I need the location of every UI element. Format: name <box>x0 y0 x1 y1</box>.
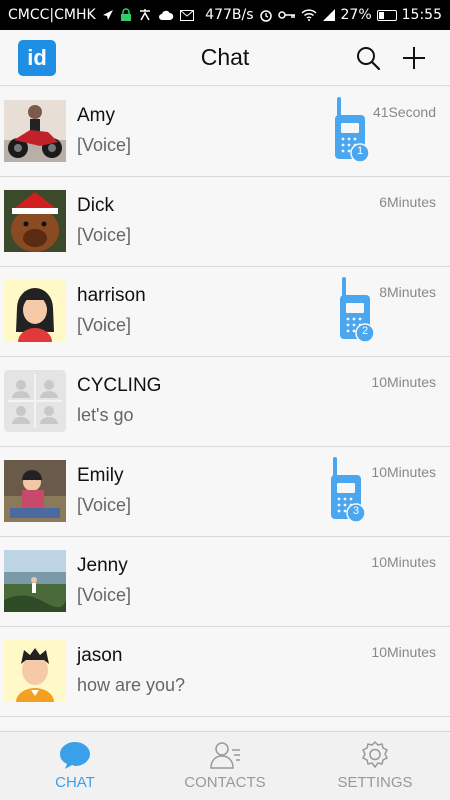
last-message: [Voice] <box>77 495 132 515</box>
message-time: 41Second <box>372 104 436 120</box>
status-bar: CMCC|CMHK 477B/s 27% 15:55 <box>0 0 450 30</box>
signal-icon <box>322 9 336 21</box>
chat-row-dick[interactable]: Dick [Voice] 6Minutes <box>0 177 450 267</box>
contact-name: Dick <box>77 195 114 216</box>
contact-name: Jenny <box>77 555 128 576</box>
last-message: [Voice] <box>77 225 132 245</box>
tab-label: CHAT <box>55 774 95 791</box>
avatar <box>4 100 66 162</box>
walkie-badge: 3 <box>353 505 360 517</box>
tab-contacts[interactable]: CONTACTS <box>150 732 300 800</box>
plus-icon <box>403 47 425 69</box>
chat-row-amy[interactable]: Amy [Voice] 41Second 1 <box>0 87 450 177</box>
contacts-icon <box>210 742 240 769</box>
avatar <box>4 460 66 522</box>
walkie-badge: 1 <box>357 145 364 157</box>
message-time: 8Minutes <box>379 284 436 300</box>
add-button[interactable] <box>398 42 430 74</box>
chat-list[interactable]: Amy [Voice] 41Second 1 Dick [Voice] 6Min… <box>0 87 450 730</box>
tab-label: CONTACTS <box>184 774 266 791</box>
avatar <box>4 280 66 342</box>
translate-icon <box>138 8 152 22</box>
message-time: 10Minutes <box>371 644 436 660</box>
cloud-icon <box>158 10 174 21</box>
search-button[interactable] <box>352 42 384 74</box>
last-message: [Voice] <box>77 315 132 335</box>
mail-icon <box>179 9 194 21</box>
location-icon <box>102 9 114 21</box>
carrier-label: CMCC|CMHK <box>8 7 96 23</box>
chat-row-jenny[interactable]: Jenny [Voice] 10Minutes <box>0 537 450 627</box>
bottom-tab-bar: CHAT CONTACTS SETTINGS <box>0 731 450 800</box>
last-message: how are you? <box>77 675 186 695</box>
walkie-talkie-icon[interactable]: 2 <box>338 277 378 343</box>
walkie-talkie-icon[interactable]: 3 <box>329 457 369 523</box>
avatar <box>4 190 66 252</box>
chat-row-harrison[interactable]: harrison [Voice] 8Minutes 2 <box>0 267 450 357</box>
avatar <box>4 640 66 702</box>
walkie-talkie-icon[interactable]: 1 <box>333 97 373 163</box>
contact-name: jason <box>77 645 123 666</box>
alarm-icon <box>259 8 273 22</box>
tab-label: SETTINGS <box>337 774 413 791</box>
avatar <box>4 550 66 612</box>
message-time: 6Minutes <box>379 194 436 210</box>
search-icon <box>357 47 381 71</box>
battery-percent: 27% <box>340 7 372 23</box>
message-time: 10Minutes <box>371 374 436 390</box>
wifi-icon <box>300 9 317 21</box>
group-avatar <box>4 370 66 432</box>
tab-settings[interactable]: SETTINGS <box>300 732 450 800</box>
chat-row-cycling[interactable]: CYCLING let's go 10Minutes <box>0 357 450 447</box>
lock-icon <box>120 8 132 22</box>
contact-name: harrison <box>77 285 146 306</box>
last-message: [Voice] <box>77 585 132 605</box>
settings-gear-icon <box>361 740 389 769</box>
tab-chat[interactable]: CHAT <box>0 732 150 800</box>
key-icon <box>277 10 296 20</box>
contact-name: CYCLING <box>77 375 162 396</box>
message-time: 10Minutes <box>371 464 436 480</box>
message-time: 10Minutes <box>371 554 436 570</box>
battery-icon <box>376 9 397 21</box>
clock: 15:55 <box>401 7 442 23</box>
chat-bubble-icon <box>60 742 90 769</box>
chat-row-jason[interactable]: jason how are you? 10Minutes <box>0 627 450 717</box>
contact-name: Emily <box>77 465 124 486</box>
chat-row-emily[interactable]: Emily [Voice] 10Minutes 3 <box>0 447 450 537</box>
app-header: id Chat <box>0 30 450 86</box>
last-message: let's go <box>77 405 134 425</box>
last-message: [Voice] <box>77 135 132 155</box>
walkie-badge: 2 <box>362 325 369 337</box>
contact-name: Amy <box>77 105 115 126</box>
network-speed: 477B/s <box>205 7 254 23</box>
